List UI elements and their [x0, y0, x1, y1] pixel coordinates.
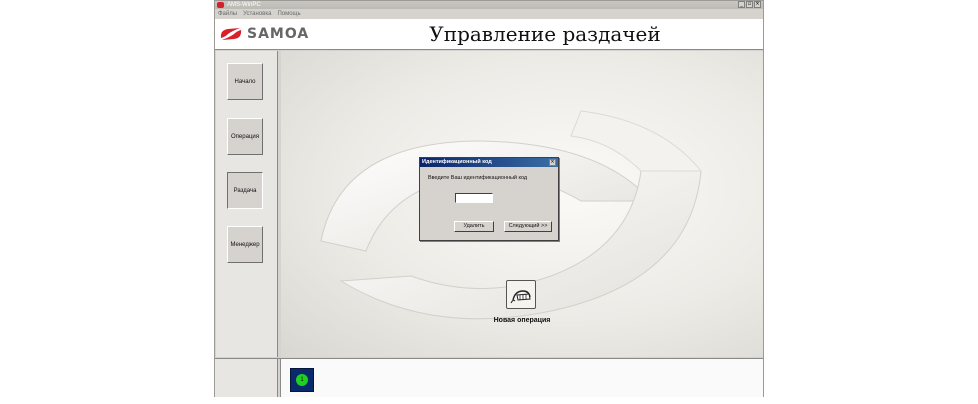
new-operation-button[interactable]	[506, 280, 536, 309]
app-logo-icon	[217, 2, 224, 8]
samoa-logo: SAMOA	[218, 25, 309, 43]
page-title: Управление раздачей	[429, 22, 661, 46]
menu-bar: Файлы Установка Помощь	[215, 9, 763, 19]
status-indicator-box[interactable]: 1	[290, 368, 314, 392]
main-area: Идентификационный код × Введите Ваш иден…	[281, 51, 763, 357]
minimize-button[interactable]: _	[738, 1, 745, 8]
identification-dialog: Идентификационный код × Введите Ваш иден…	[419, 157, 559, 241]
new-operation-icon	[510, 290, 531, 304]
window-titlebar: AMS-WinPC _ ▫ ×	[215, 1, 763, 9]
sidebar-item-home[interactable]: Начало	[227, 63, 263, 100]
next-button[interactable]: Следующий >>	[504, 221, 552, 232]
menu-item-setup[interactable]: Установка	[243, 9, 271, 19]
sidebar-item-manager[interactable]: Менеджер	[227, 226, 263, 263]
sidebar: Начало Операция Раздача Менеджер	[216, 51, 278, 357]
maximize-button[interactable]: ▫	[746, 1, 753, 8]
new-operation-label[interactable]: Новая операция	[481, 317, 563, 324]
logo-text: SAMOA	[247, 26, 310, 42]
window-title: AMS-WinPC	[227, 2, 261, 8]
header: SAMOA Управление раздачей	[215, 19, 763, 50]
status-panel: 1	[281, 359, 763, 397]
menu-item-files[interactable]: Файлы	[218, 9, 237, 19]
menu-item-help[interactable]: Помощь	[277, 9, 300, 19]
sidebar-item-dispensing[interactable]: Раздача	[227, 172, 263, 209]
identification-code-input[interactable]	[455, 193, 493, 203]
dialog-title: Идентификационный код	[422, 159, 492, 165]
window-controls: _ ▫ ×	[738, 1, 761, 8]
app-window: AMS-WinPC _ ▫ × Файлы Установка Помощь S…	[214, 0, 764, 397]
close-button[interactable]: ×	[754, 1, 761, 8]
dialog-close-button[interactable]: ×	[549, 159, 556, 166]
samoa-logo-icon	[220, 28, 242, 40]
status-bar: 1	[215, 358, 763, 397]
sidebar-item-operation[interactable]: Операция	[227, 118, 263, 155]
dialog-titlebar: Идентификационный код ×	[420, 158, 558, 167]
dialog-prompt: Введите Ваш идентификационный код	[428, 175, 528, 181]
status-indicator-icon: 1	[296, 374, 308, 386]
delete-button[interactable]: Удалить	[454, 221, 494, 232]
